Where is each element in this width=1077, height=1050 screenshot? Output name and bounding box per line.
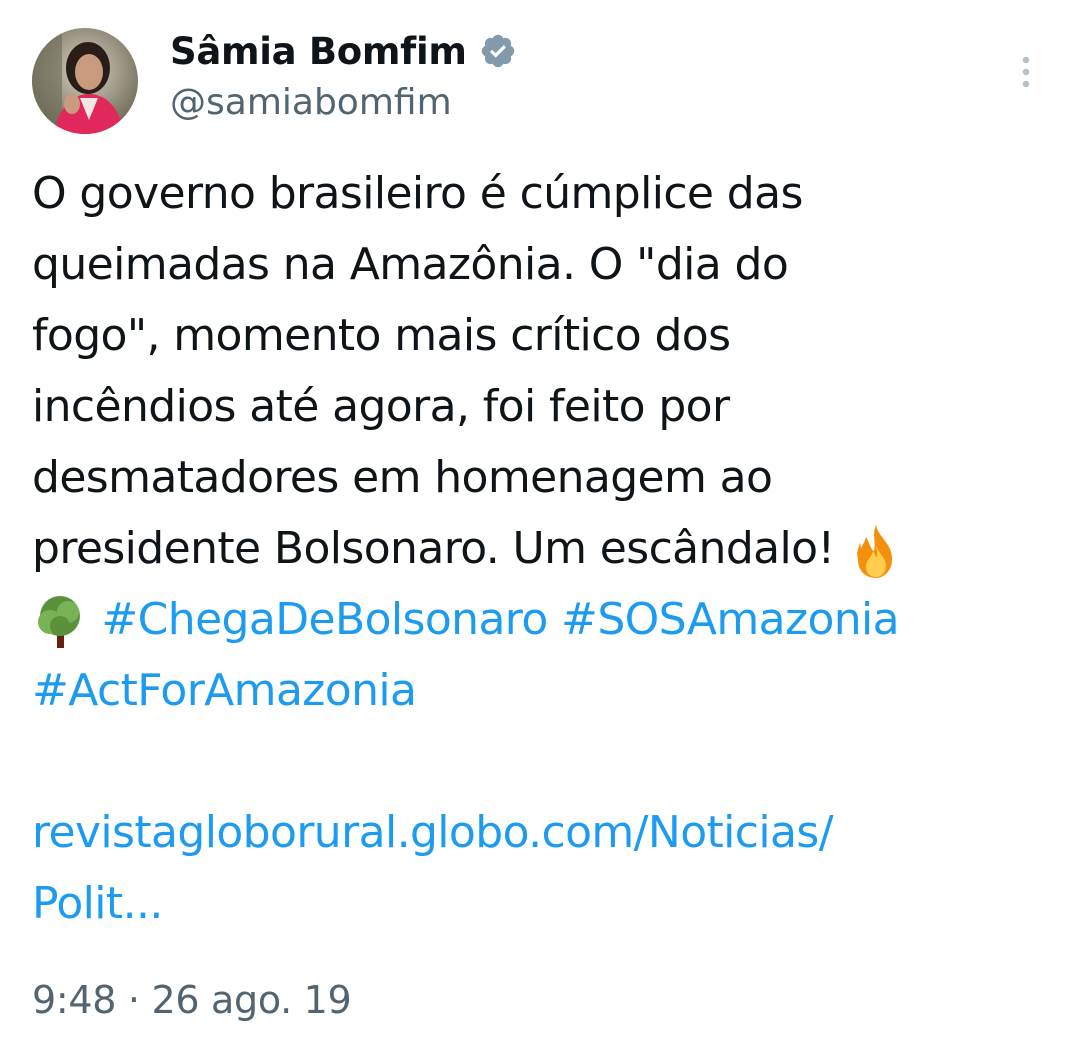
timestamp-separator: · — [127, 978, 140, 1022]
author-name-row[interactable]: Sâmia Bomfim — [170, 26, 517, 76]
tweet-text: O governo brasileiro é cúmplice das quei… — [32, 158, 1062, 939]
tweet-hashtags-line: #ChegaDeBolsonaro #SOSAmazonia — [32, 584, 1062, 655]
tweet-text-segment: presidente Bolsonaro. Um escândalo! — [32, 523, 835, 574]
tweet-time[interactable]: 9:48 — [32, 978, 116, 1022]
hashtag-link[interactable]: #ChegaDeBolsonaro — [101, 594, 548, 645]
tweet-hashtags-line: #ActForAmazonia — [32, 655, 1062, 726]
tweet: Sâmia Bomfim @samiabomfim O governo bras… — [0, 0, 1077, 1050]
external-link-continued[interactable]: Polit... — [32, 868, 1062, 939]
fire-emoji-icon — [857, 525, 892, 578]
tweet-timestamp: 9:48 · 26 ago. 19 — [32, 978, 352, 1022]
tweet-text-line: queimadas na Amazônia. O "dia do — [32, 239, 789, 290]
tree-emoji-icon — [38, 596, 80, 648]
hashtag-link[interactable]: #ActForAmazonia — [32, 665, 417, 716]
tweet-text-line: O governo brasileiro é cúmplice das — [32, 168, 803, 219]
tweet-text-line: fogo", momento mais crítico dos — [32, 310, 731, 361]
tweet-text-line-with-emoji: presidente Bolsonaro. Um escândalo! — [32, 513, 1062, 584]
tweet-date[interactable]: 26 ago. 19 — [151, 978, 351, 1022]
tweet-text-line: desmatadores em homenagem ao — [32, 452, 773, 503]
avatar[interactable] — [32, 28, 138, 134]
verified-badge-icon — [481, 34, 514, 68]
more-vertical-icon[interactable] — [1011, 52, 1041, 92]
profile-photo-icon — [32, 28, 138, 134]
author-display-name[interactable]: Sâmia Bomfim — [170, 30, 467, 73]
hashtag-link[interactable]: #SOSAmazonia — [561, 594, 900, 645]
external-link[interactable]: revistagloborural.globo.com/Noticias/ — [32, 797, 1062, 868]
author-handle[interactable]: @samiabomfim — [170, 82, 452, 123]
tweet-text-line: incêndios até agora, foi feito por — [32, 381, 730, 432]
